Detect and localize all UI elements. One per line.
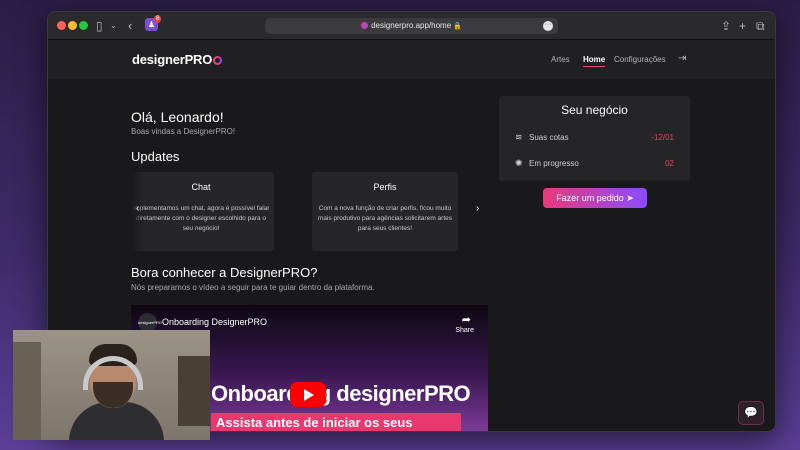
business-panel-title: Seu negócio xyxy=(561,103,628,117)
minimize-window-button[interactable] xyxy=(68,21,77,30)
logout-icon[interactable]: ⇥ xyxy=(678,53,686,64)
updates-carousel: Chat Implementamos um chat, agora é poss… xyxy=(131,172,488,251)
update-card-title: Perfis xyxy=(373,182,397,192)
in-progress-label: Em progresso xyxy=(529,159,579,168)
chevron-down-icon[interactable]: ⌄ xyxy=(110,18,117,34)
quota-value: -12/01 xyxy=(651,133,674,142)
chevron-left-icon[interactable]: ‹ xyxy=(136,203,139,214)
make-order-label: Fazer um pedido xyxy=(556,193,624,203)
quota-label: Suas cotas xyxy=(529,133,569,142)
tabs-icon[interactable]: ⧉ xyxy=(756,18,765,34)
webcam-shelf xyxy=(178,356,210,426)
chevron-right-icon[interactable]: › xyxy=(476,203,479,214)
loading-icon: ✺ xyxy=(515,158,523,168)
update-card-title: Chat xyxy=(191,182,211,192)
browser-toolbar: ▯ ⌄ ♟ 8 ‹ designerpro.app/home 🔒 ··· ⇪ + … xyxy=(48,12,775,40)
fullscreen-window-button[interactable] xyxy=(79,21,88,30)
new-tab-icon[interactable]: + xyxy=(739,18,746,34)
share-page-icon[interactable]: ⇪ xyxy=(721,18,731,34)
webcam-overlay xyxy=(13,330,210,440)
greeting-title: Olá, Leonardo! xyxy=(131,109,224,125)
greeting-subtitle: Boas vindas a DesignerPRO! xyxy=(131,127,236,136)
logo-mark-icon xyxy=(213,56,223,65)
url-text: designerpro.app/home xyxy=(371,21,452,30)
extension-badge-count: 8 xyxy=(154,15,162,23)
video-thumbnail-headline: Onboarding designerPRO xyxy=(211,381,471,406)
nav-link-configuracoes[interactable]: Configurações xyxy=(614,55,666,64)
in-progress-value: 02 xyxy=(665,159,674,168)
sidebar-icon[interactable]: ▯ xyxy=(96,18,103,34)
layers-icon: ≋ xyxy=(515,132,523,142)
share-label[interactable]: Share xyxy=(455,327,474,334)
logo[interactable]: designerPRO xyxy=(132,52,223,67)
nav-link-home[interactable]: Home xyxy=(583,55,606,67)
back-icon[interactable]: ‹ xyxy=(128,18,132,34)
site-favicon-icon xyxy=(361,22,369,29)
updates-title: Updates xyxy=(131,149,180,164)
make-order-button[interactable]: Fazer um pedido ➤ xyxy=(543,188,647,208)
chat-bubble-icon[interactable]: 💬 xyxy=(738,401,764,425)
more-icon[interactable]: ··· xyxy=(543,21,553,31)
logo-text: designerPRO xyxy=(132,52,213,67)
update-card-text: Com a nova função de criar perfis, ficou… xyxy=(317,205,453,232)
address-bar[interactable]: designerpro.app/home 🔒 ··· xyxy=(265,18,558,34)
share-icon[interactable]: ➦ xyxy=(462,313,471,326)
nav-link-artes[interactable]: Artes xyxy=(551,55,570,64)
video-thumbnail-banner: Assista antes de iniciar os seus pedidos… xyxy=(211,413,461,431)
send-icon: ➤ xyxy=(626,193,634,203)
video-play-button[interactable] xyxy=(290,382,326,407)
top-navbar: designerPRO Artes Home Configurações ⇥ xyxy=(48,40,775,79)
video-title[interactable]: Onboarding DesignerPRO xyxy=(162,317,267,327)
update-card-text: Implementamos um chat, agora é possível … xyxy=(132,205,270,232)
update-card-perfis: Perfis Com a nova função de criar perfis… xyxy=(312,172,458,251)
lock-icon: 🔒 xyxy=(453,23,462,30)
close-window-button[interactable] xyxy=(57,21,66,30)
onboarding-title: Bora conhecer a DesignerPRO? xyxy=(131,265,318,280)
webcam-door xyxy=(13,342,41,440)
update-card-chat: Chat Implementamos um chat, agora é poss… xyxy=(131,172,274,251)
onboarding-description: Nós preparamos o vídeo a seguir para te … xyxy=(131,283,375,292)
business-panel: Seu negócio ≋ Suas cotas -12/01 ✺ Em pro… xyxy=(499,96,690,181)
